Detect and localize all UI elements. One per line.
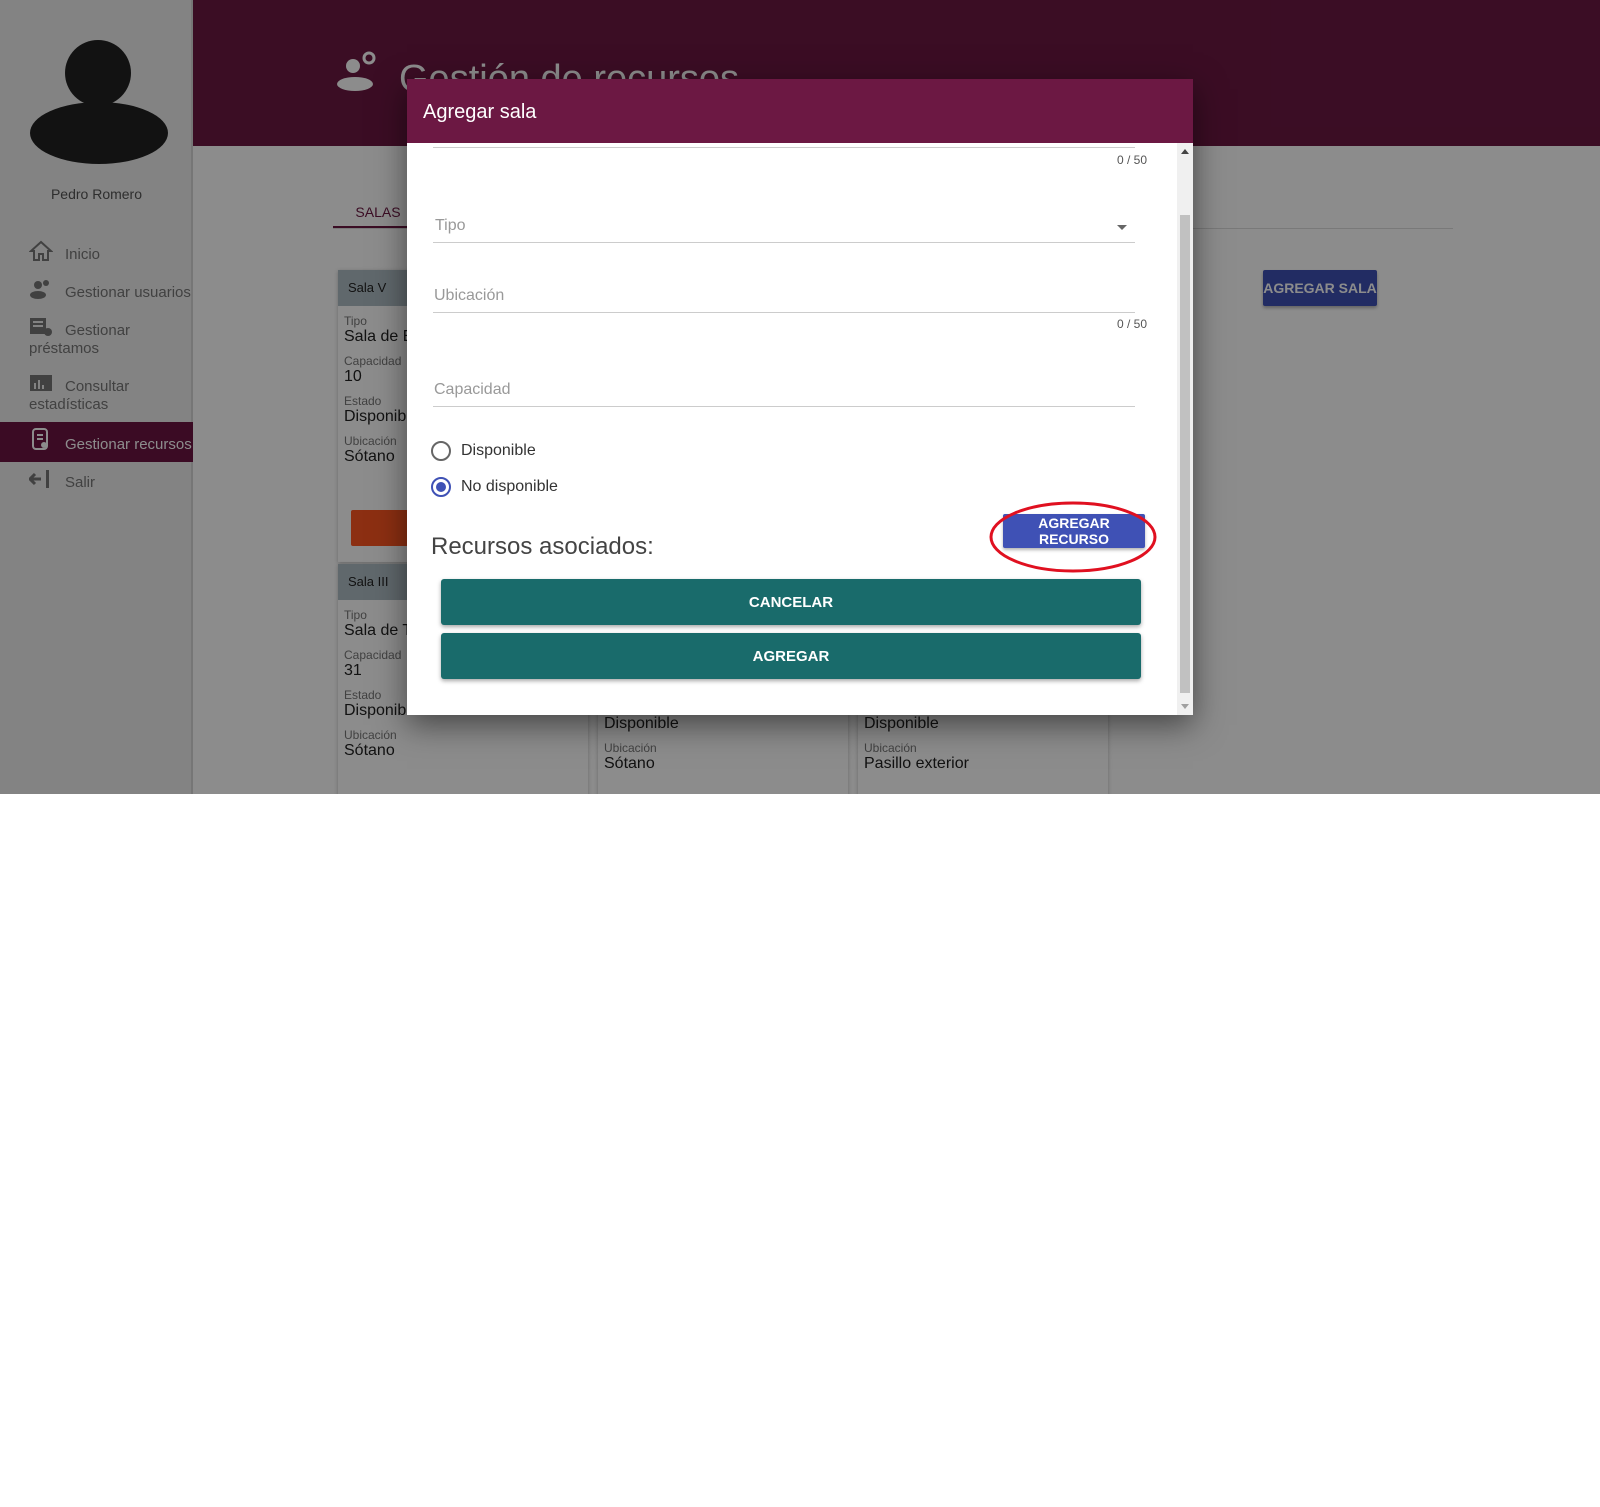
radio-disponible[interactable]: Disponible bbox=[431, 439, 536, 463]
dialog-body: 0 / 50 Tipo 0 / 50 Disponible No disponi… bbox=[407, 143, 1177, 715]
scroll-thumb[interactable] bbox=[1180, 215, 1190, 693]
add-room-dialog: Agregar sala 0 / 50 Tipo 0 / 50 Disponib… bbox=[407, 79, 1193, 715]
scroll-down-icon[interactable] bbox=[1181, 704, 1189, 709]
chevron-down-icon bbox=[1117, 225, 1127, 230]
radio-no-disponible[interactable]: No disponible bbox=[431, 475, 558, 499]
radio-label: No disponible bbox=[461, 478, 558, 495]
tipo-select[interactable]: Tipo bbox=[433, 213, 1135, 243]
ubicacion-field[interactable] bbox=[433, 283, 1135, 313]
app-window: Pedro Romero Inicio Gestionar usuarios G… bbox=[0, 0, 1600, 794]
dialog-title: Agregar sala bbox=[407, 79, 1193, 143]
scroll-up-icon[interactable] bbox=[1181, 149, 1189, 154]
radio-button-checked[interactable] bbox=[431, 477, 451, 497]
dialog-scrollbar[interactable] bbox=[1177, 143, 1193, 715]
radio-label: Disponible bbox=[461, 442, 536, 459]
highlight-annotation bbox=[989, 501, 1157, 573]
ubicacion-char-counter: 0 / 50 bbox=[1117, 317, 1148, 331]
capacidad-field[interactable] bbox=[433, 377, 1135, 407]
name-field-underline bbox=[433, 147, 1135, 148]
recursos-asociados-title: Recursos asociados: bbox=[431, 533, 654, 560]
add-button[interactable]: AGREGAR bbox=[441, 633, 1141, 679]
radio-button[interactable] bbox=[431, 441, 451, 461]
ubicacion-input[interactable] bbox=[433, 283, 1135, 309]
tipo-placeholder: Tipo bbox=[435, 217, 466, 234]
name-char-counter: 0 / 50 bbox=[1117, 153, 1148, 167]
cancel-button[interactable]: CANCELAR bbox=[441, 579, 1141, 625]
capacidad-input[interactable] bbox=[433, 377, 1135, 403]
